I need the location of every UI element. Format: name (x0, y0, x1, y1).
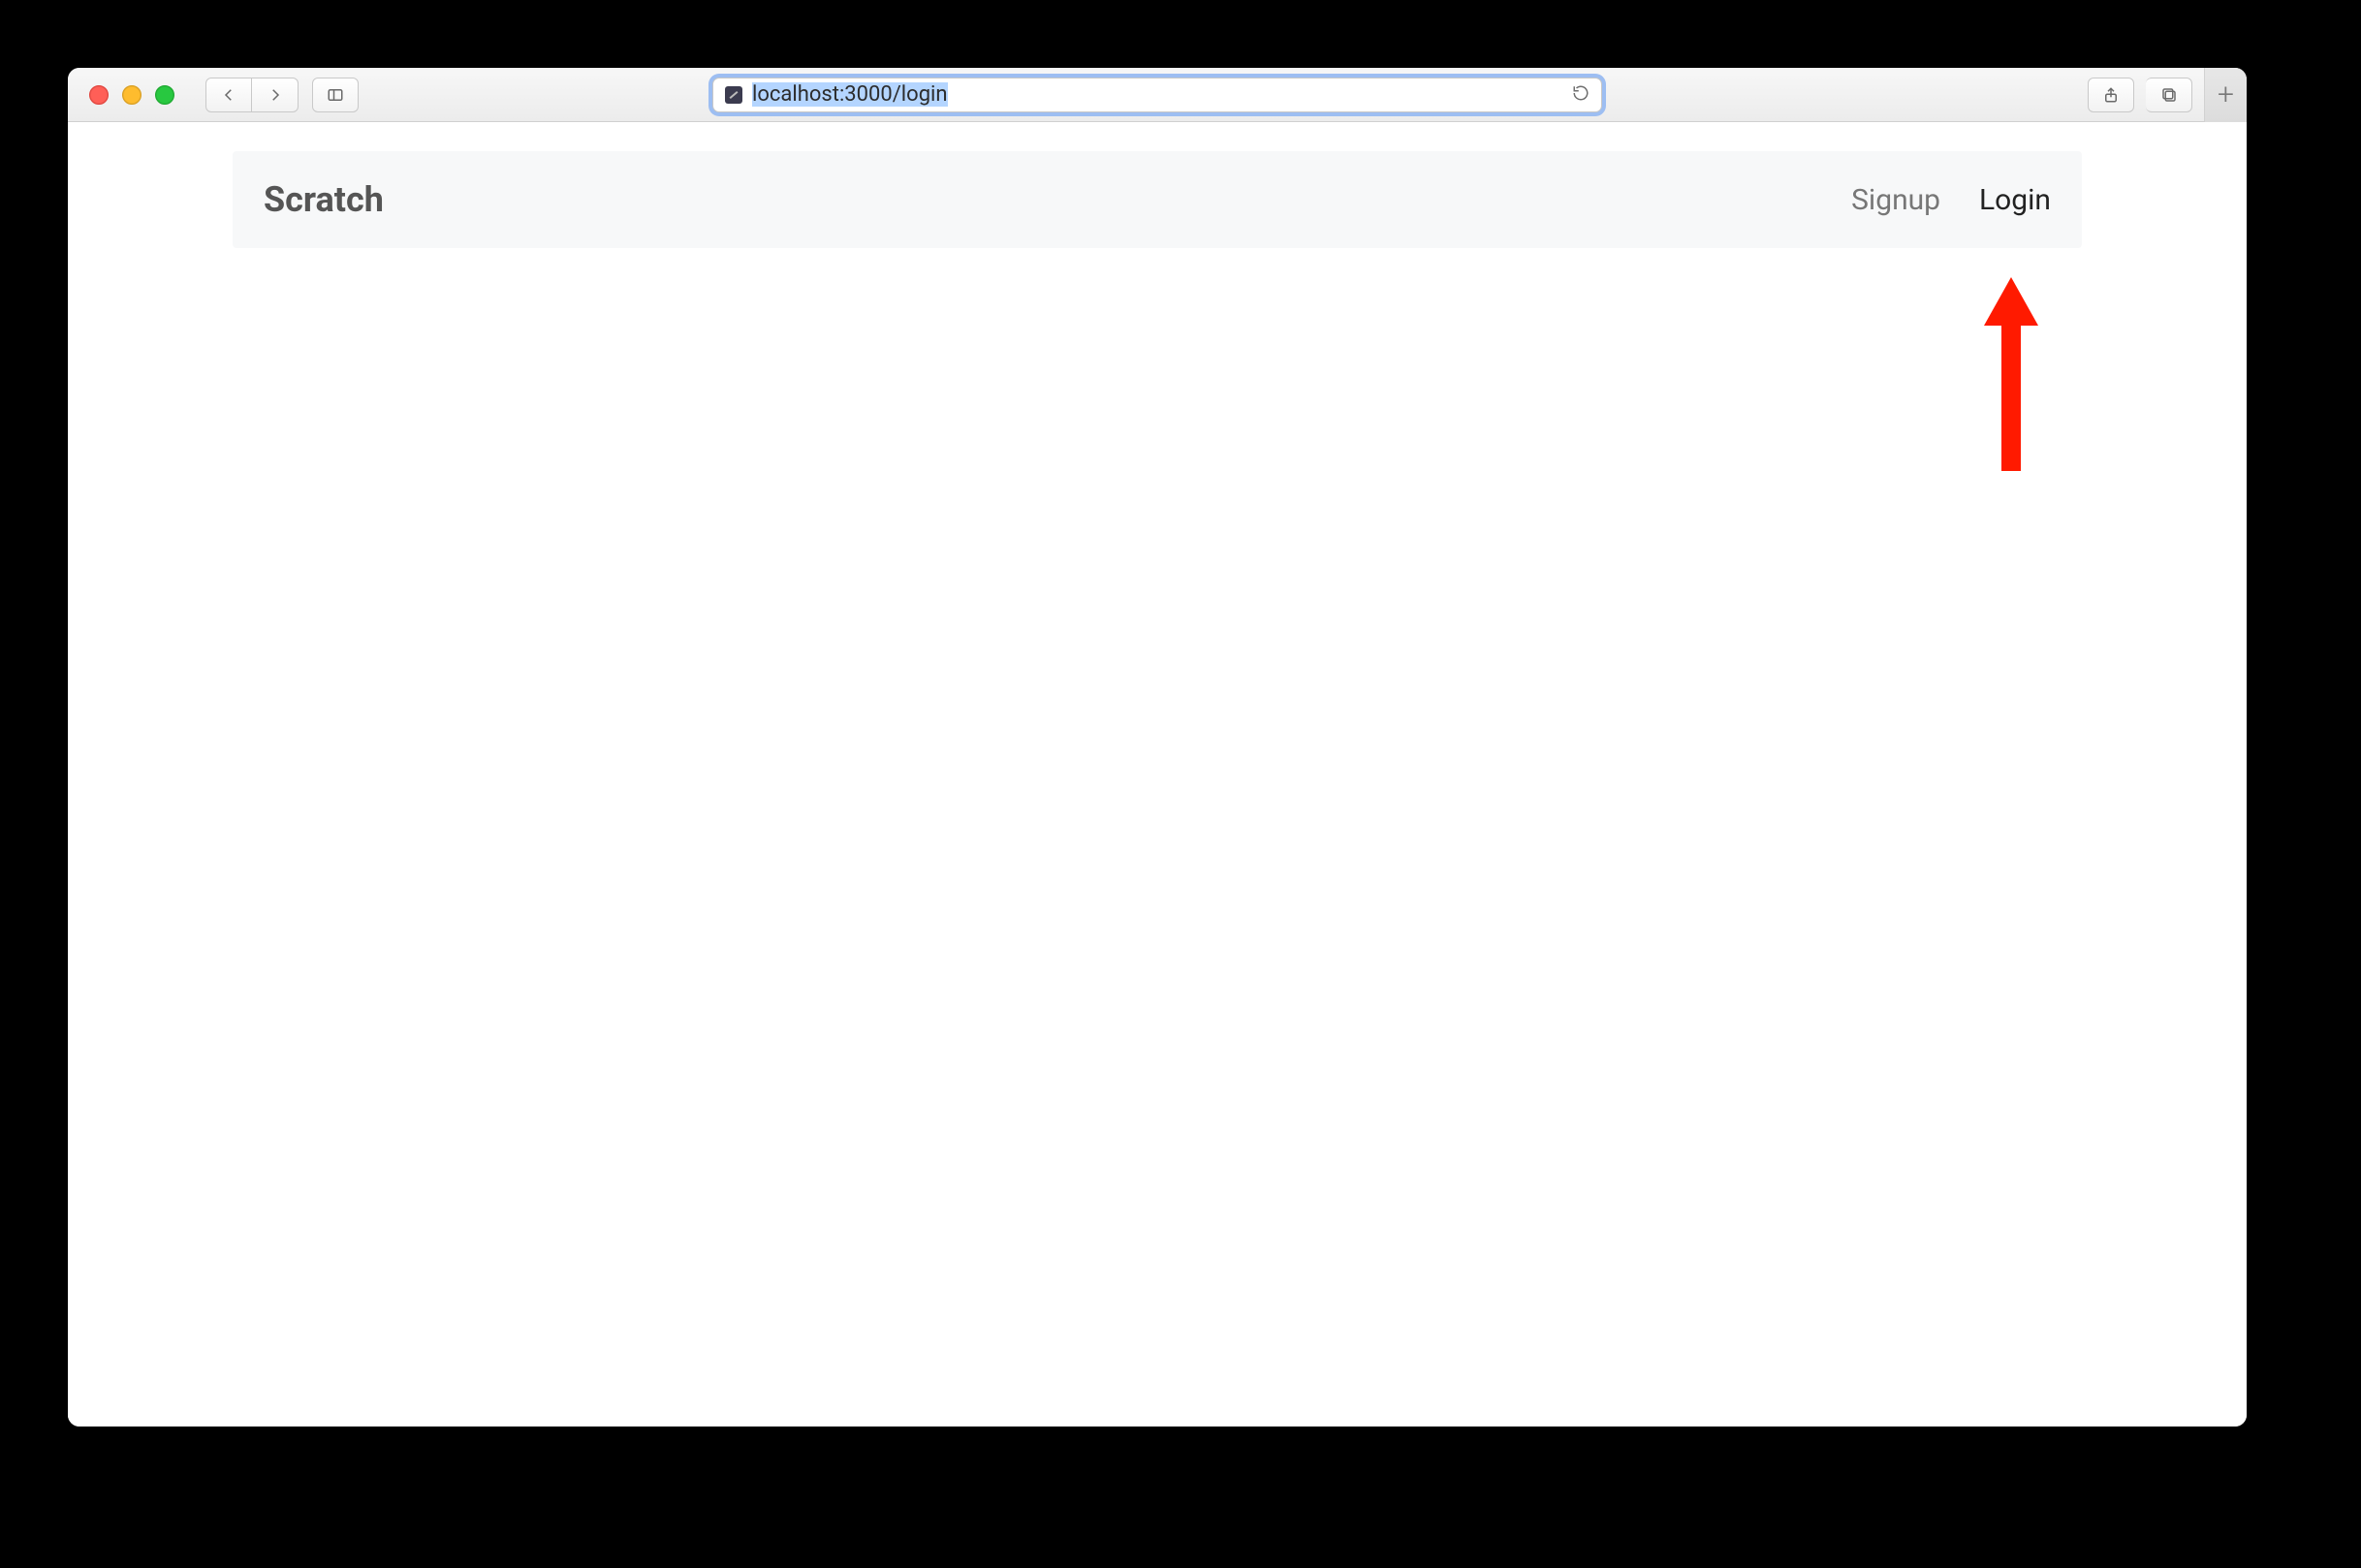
address-bar-wrap: localhost:3000/login (712, 78, 1602, 112)
brand[interactable]: Scratch (264, 179, 384, 220)
share-button[interactable] (2088, 78, 2134, 112)
forward-button[interactable] (252, 78, 299, 112)
toolbar-right: + (2088, 68, 2247, 122)
browser-toolbar: localhost:3000/login + (68, 68, 2247, 122)
url-text: localhost:3000/login (752, 82, 948, 107)
nav-right: Signup Login (1851, 183, 2051, 217)
signup-link[interactable]: Signup (1851, 183, 1940, 217)
login-link[interactable]: Login (1979, 183, 2051, 217)
url-value: localhost:3000/login (752, 82, 948, 107)
reload-button[interactable] (1572, 84, 1590, 106)
app-navbar: Scratch Signup Login (233, 151, 2082, 248)
tabs-button[interactable] (2146, 78, 2192, 112)
page-viewport: Scratch Signup Login (68, 122, 2247, 1427)
safari-window: localhost:3000/login + Scratch Signup (68, 68, 2247, 1427)
traffic-lights (89, 85, 174, 105)
site-favicon (725, 86, 742, 104)
new-tab-button[interactable]: + (2204, 68, 2247, 122)
back-button[interactable] (205, 78, 252, 112)
window-close-button[interactable] (89, 85, 109, 105)
sidebar-button[interactable] (312, 78, 359, 112)
address-bar[interactable]: localhost:3000/login (712, 78, 1602, 112)
window-zoom-button[interactable] (155, 85, 174, 105)
nav-back-forward-group (205, 78, 299, 112)
window-minimize-button[interactable] (122, 85, 142, 105)
sidebar-toggle-group (312, 78, 359, 112)
annotation-arrow (1982, 277, 2040, 471)
